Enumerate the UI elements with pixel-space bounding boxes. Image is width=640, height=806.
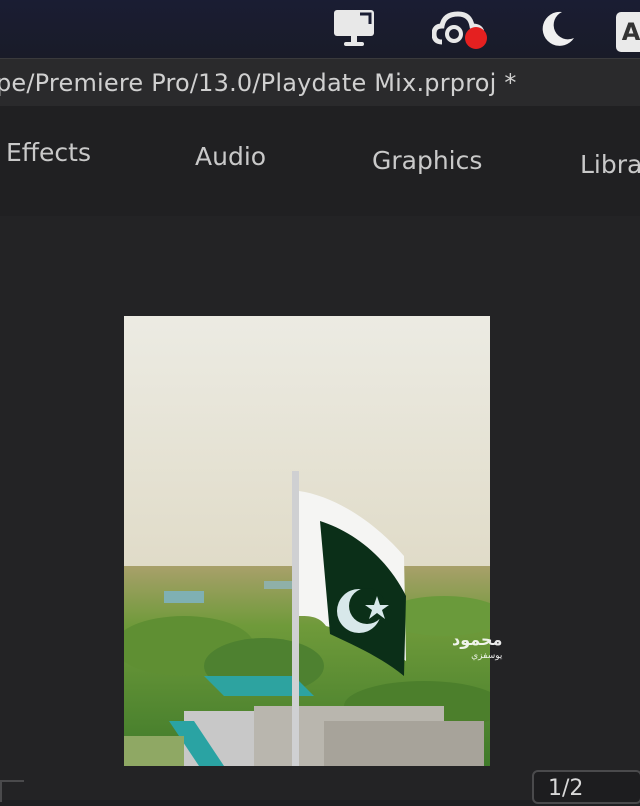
- watermark-line2: يوسفزي: [471, 651, 503, 661]
- tab-libraries[interactable]: Libra: [580, 150, 640, 179]
- panel-corner-bracket: [0, 780, 24, 802]
- macos-menubar: A: [0, 0, 640, 58]
- video-preview-frame[interactable]: [124, 316, 490, 766]
- flag-scene-image: [124, 316, 490, 766]
- watermark-line1: محمود: [452, 630, 503, 649]
- watermark-signature: محمود يوسفزي: [452, 632, 502, 664]
- tab-graphics[interactable]: Graphics: [372, 146, 482, 175]
- user-icon[interactable]: A: [616, 12, 640, 52]
- creative-cloud-icon[interactable]: [432, 8, 490, 52]
- monitor-icon[interactable]: [330, 6, 378, 48]
- project-path-title: pe/Premiere Pro/13.0/Playdate Mix.prproj…: [0, 69, 517, 97]
- tab-effects[interactable]: Effects: [6, 138, 91, 167]
- tab-audio[interactable]: Audio: [195, 142, 266, 171]
- workspace-tabs: Effects Audio Graphics Libra: [0, 106, 640, 216]
- window-titlebar: pe/Premiere Pro/13.0/Playdate Mix.prproj…: [0, 58, 640, 107]
- moon-icon[interactable]: [536, 8, 578, 50]
- page-indicator[interactable]: 1/2: [532, 770, 640, 804]
